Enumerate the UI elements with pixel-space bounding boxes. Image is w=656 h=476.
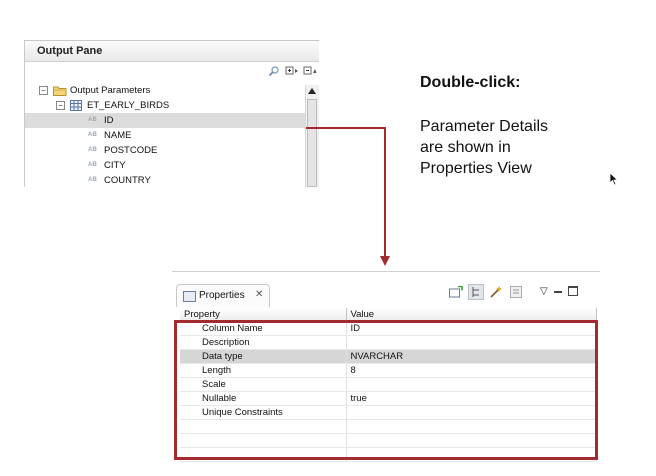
restore-defaults-icon[interactable] bbox=[508, 284, 524, 300]
table-row bbox=[180, 447, 597, 462]
arrowhead-icon bbox=[380, 256, 390, 266]
table-row[interactable]: Data type NVARCHAR bbox=[180, 349, 597, 364]
property-name: Scale bbox=[180, 377, 347, 392]
property-value[interactable]: NVARCHAR bbox=[346, 349, 597, 364]
tab-properties[interactable]: Properties ✕ bbox=[176, 284, 270, 307]
table-row[interactable]: Length 8 bbox=[180, 363, 597, 378]
property-name: Description bbox=[180, 335, 347, 350]
properties-view-header: Properties ✕ ▽ bbox=[172, 272, 600, 308]
view-window-controls: ▽ bbox=[540, 286, 578, 297]
table-row bbox=[180, 419, 597, 434]
show-categories-icon[interactable] bbox=[468, 284, 484, 300]
maximize-icon[interactable] bbox=[567, 286, 578, 296]
property-name bbox=[180, 419, 347, 434]
property-name bbox=[180, 447, 347, 462]
column-header-value[interactable]: Value bbox=[346, 308, 597, 322]
property-name: Length bbox=[180, 363, 347, 378]
property-value[interactable] bbox=[346, 335, 597, 350]
properties-icon bbox=[183, 291, 196, 302]
properties-table-header: Property Value bbox=[180, 308, 597, 322]
property-name: Nullable bbox=[180, 391, 347, 406]
column-header-property[interactable]: Property bbox=[180, 308, 347, 322]
property-name: Data type bbox=[180, 349, 347, 364]
property-value[interactable]: 8 bbox=[346, 363, 597, 378]
property-value bbox=[346, 447, 597, 462]
table-row[interactable]: Column Name ID bbox=[180, 321, 597, 336]
property-value[interactable] bbox=[346, 377, 597, 392]
table-row[interactable]: Nullable true bbox=[180, 391, 597, 406]
property-name bbox=[180, 433, 347, 448]
property-value bbox=[346, 433, 597, 448]
property-value bbox=[346, 419, 597, 434]
table-row[interactable]: Description bbox=[180, 335, 597, 350]
property-value[interactable] bbox=[346, 405, 597, 420]
table-row[interactable]: Unique Constraints bbox=[180, 405, 597, 420]
view-menu-icon[interactable]: ▽ bbox=[540, 286, 548, 297]
property-name: Unique Constraints bbox=[180, 405, 347, 420]
tab-properties-label: Properties bbox=[199, 290, 245, 301]
pin-view-icon[interactable] bbox=[448, 284, 464, 300]
properties-view: Properties ✕ ▽ Property Value Column Nam… bbox=[172, 271, 600, 465]
show-advanced-icon[interactable] bbox=[488, 284, 504, 300]
properties-toolbar bbox=[448, 284, 524, 300]
property-value[interactable]: ID bbox=[346, 321, 597, 336]
minimize-icon[interactable] bbox=[553, 291, 562, 293]
close-icon[interactable]: ✕ bbox=[255, 289, 263, 300]
table-row[interactable]: Scale bbox=[180, 377, 597, 392]
property-value[interactable]: true bbox=[346, 391, 597, 406]
property-name: Column Name bbox=[180, 321, 347, 336]
properties-table: Property Value Column Name ID Descriptio… bbox=[180, 308, 597, 462]
table-row bbox=[180, 433, 597, 448]
